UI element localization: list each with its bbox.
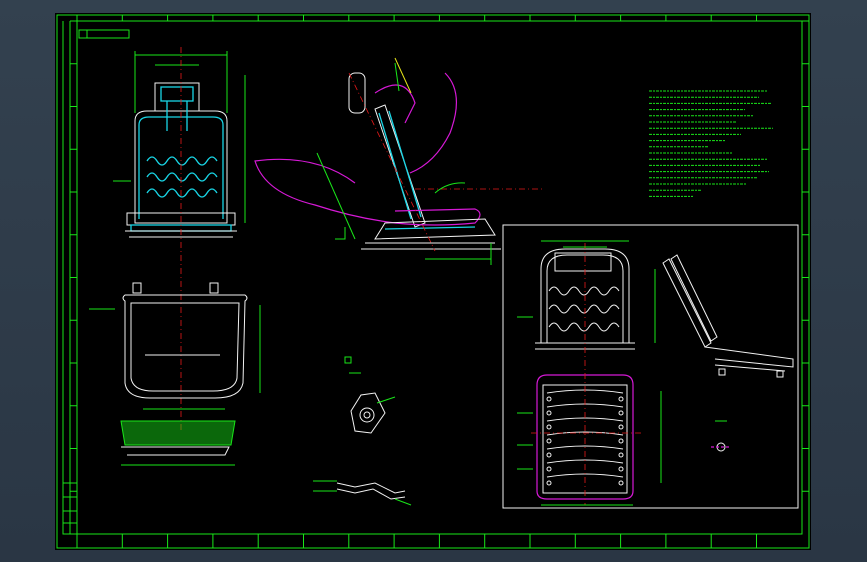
- cushion-section: [120, 420, 236, 466]
- seat-side-view: [254, 57, 545, 265]
- mechanism-detail: [313, 356, 412, 506]
- seat-front-view: [113, 51, 246, 238]
- seat-cushion-top-view: [89, 282, 261, 410]
- sheet-border: [56, 14, 810, 549]
- cad-drawing: [56, 14, 810, 549]
- drawing-frame: [76, 20, 803, 535]
- cad-viewport[interactable]: [0, 0, 867, 562]
- drawing-sheet[interactable]: [55, 13, 811, 550]
- seat-frame-inset: [502, 224, 799, 509]
- technical-notes: [649, 90, 773, 197]
